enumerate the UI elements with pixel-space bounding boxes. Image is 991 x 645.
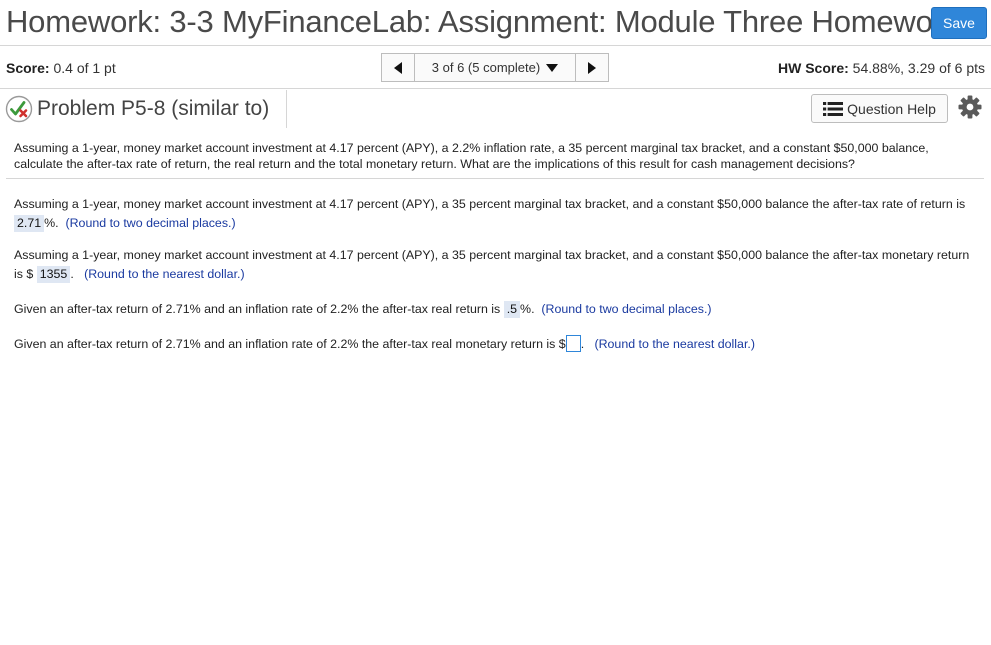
hw-score: HW Score: 54.88%, 3.29 of 6 pts	[778, 60, 985, 76]
question-3-suffix: %.	[520, 302, 535, 316]
question-3: Given an after-tax return of 2.71% and a…	[14, 300, 980, 319]
question-1: Assuming a 1-year, money market account …	[14, 195, 980, 233]
problem-header: Problem P5-8 (similar to)	[0, 90, 287, 128]
arrow-left-icon	[394, 61, 402, 74]
answer-4-input[interactable]	[565, 335, 581, 352]
question-1-hint: (Round to two decimal places.)	[65, 216, 236, 230]
question-2-hint: (Round to the nearest dollar.)	[84, 267, 245, 281]
hw-score-value: 54.88%, 3.29 of 6 pts	[852, 60, 985, 76]
question-3-hint: (Round to two decimal places.)	[541, 302, 712, 316]
save-button[interactable]: Save	[931, 7, 987, 39]
score-value: 0.4 of 1 pt	[53, 60, 116, 76]
question-navigator: 3 of 6 (5 complete)	[381, 53, 609, 82]
question-help-button[interactable]: Question Help	[811, 94, 948, 123]
previous-question-button[interactable]	[381, 53, 415, 82]
problem-statement: Assuming a 1-year, money market account …	[14, 141, 929, 171]
next-question-button[interactable]	[575, 53, 609, 82]
score-bar: Score: 0.4 of 1 pt 3 of 6 (5 complete) H…	[0, 47, 991, 89]
question-select-label: 3 of 6 (5 complete)	[431, 60, 541, 75]
question-1-suffix: %.	[44, 216, 59, 230]
homework-title: Homework: 3-3 MyFinanceLab: Assignment: …	[6, 4, 959, 39]
problem-title: Problem P5-8 (similar to)	[37, 97, 270, 120]
title-bar: Homework: 3-3 MyFinanceLab: Assignment: …	[0, 0, 991, 46]
gear-icon[interactable]	[957, 94, 983, 120]
answer-3-field[interactable]: .5	[503, 301, 521, 318]
question-4-text: Given an after-tax return of 2.71% and a…	[14, 337, 566, 351]
question-help-label: Question Help	[847, 100, 936, 117]
score-label: Score:	[6, 60, 50, 76]
question-1-text: Assuming a 1-year, money market account …	[14, 197, 966, 211]
question-4: Given an after-tax return of 2.71% and a…	[14, 335, 980, 354]
question-4-suffix: .	[580, 337, 585, 351]
answer-2-field[interactable]: 1355	[36, 266, 71, 283]
list-icon	[823, 101, 844, 116]
score: Score: 0.4 of 1 pt	[6, 60, 116, 76]
question-4-hint: (Round to the nearest dollar.)	[594, 337, 755, 351]
question-select[interactable]: 3 of 6 (5 complete)	[415, 53, 575, 82]
question-2-suffix: .	[70, 267, 74, 281]
hw-score-label: HW Score:	[777, 60, 849, 76]
question-2: Assuming a 1-year, money market account …	[14, 246, 980, 284]
partial-credit-icon	[5, 95, 33, 123]
answer-1-field[interactable]: 2.71	[14, 215, 45, 232]
question-3-text: Given an after-tax return of 2.71% and a…	[14, 302, 504, 316]
problem-bar: Problem P5-8 (similar to) Question Help	[0, 90, 991, 128]
arrow-right-icon	[588, 61, 596, 74]
caret-down-icon	[546, 63, 559, 72]
divider	[6, 178, 984, 179]
